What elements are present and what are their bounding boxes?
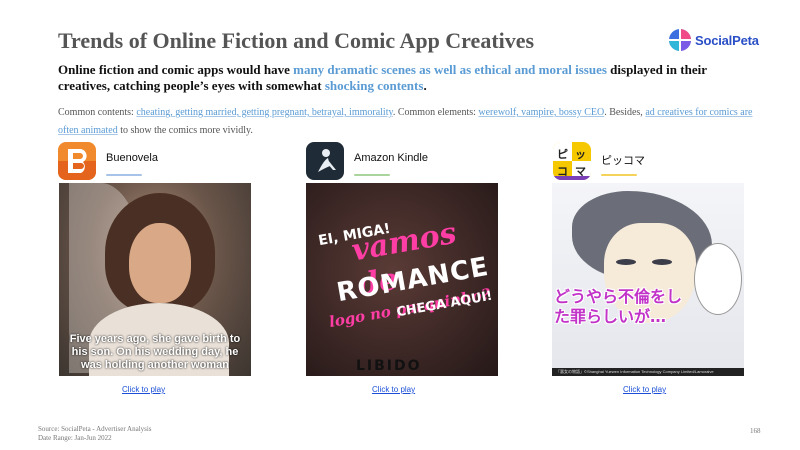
svg-text:ピ: ピ	[557, 148, 568, 161]
headline: Online fiction and comic apps would have…	[58, 62, 707, 93]
creative-caption: Five years ago, she gave birth to his so…	[69, 333, 241, 371]
buenovela-creative-image[interactable]: Five years ago, she gave birth to his so…	[59, 183, 251, 376]
click-to-play-link[interactable]: Click to play	[372, 385, 415, 394]
source-footnote: Source: SocialPeta - Advertiser Analysis…	[38, 425, 152, 442]
logo-text: SocialPeta	[695, 32, 759, 48]
piccoma-app-icon: ピ ッ コ マ	[553, 142, 591, 180]
page-number: 168	[750, 427, 761, 435]
kindle-creative-image[interactable]: EI, MIGA! vamos de ROMANCE logo no parqu…	[306, 183, 498, 376]
click-to-play-link[interactable]: Click to play	[122, 385, 165, 394]
page-title: Trends of Online Fiction and Comic App C…	[58, 28, 535, 53]
common-contents-text: Common contents: cheating, getting marri…	[58, 107, 753, 136]
kindle-app-icon	[306, 142, 344, 180]
piccoma-creative-image[interactable]: どうやら不倫をした罪らしいが… 「悪女の物語」©Shanghai Yuewen …	[552, 183, 744, 376]
app-name: Buenovela	[106, 152, 158, 164]
app-card-amazon-kindle: Amazon Kindle EI, MIGA! vamos de ROMANCE…	[306, 142, 506, 394]
app-card-buenovela: Buenovela Five years ago, she gave birth…	[58, 142, 258, 394]
app-underline	[106, 174, 142, 176]
buenovela-app-icon	[58, 142, 96, 180]
app-underline	[354, 174, 390, 176]
app-name: Amazon Kindle	[354, 152, 428, 164]
socialpeta-logo-icon	[669, 29, 691, 51]
svg-text:ッ: ッ	[575, 148, 586, 161]
app-name: ピッコマ	[601, 155, 645, 167]
click-to-play-link[interactable]: Click to play	[623, 385, 666, 394]
app-card-piccoma: ピ ッ コ マ ピッコマ どうやら不倫をした罪らしいが… 「悪女の物語」©Sha…	[552, 142, 753, 394]
app-underline	[601, 174, 637, 176]
socialpeta-logo: SocialPeta	[668, 26, 759, 54]
highlight-text: many dramatic scenes as well as ethical …	[293, 62, 607, 77]
highlight-text: shocking contents	[324, 78, 424, 93]
